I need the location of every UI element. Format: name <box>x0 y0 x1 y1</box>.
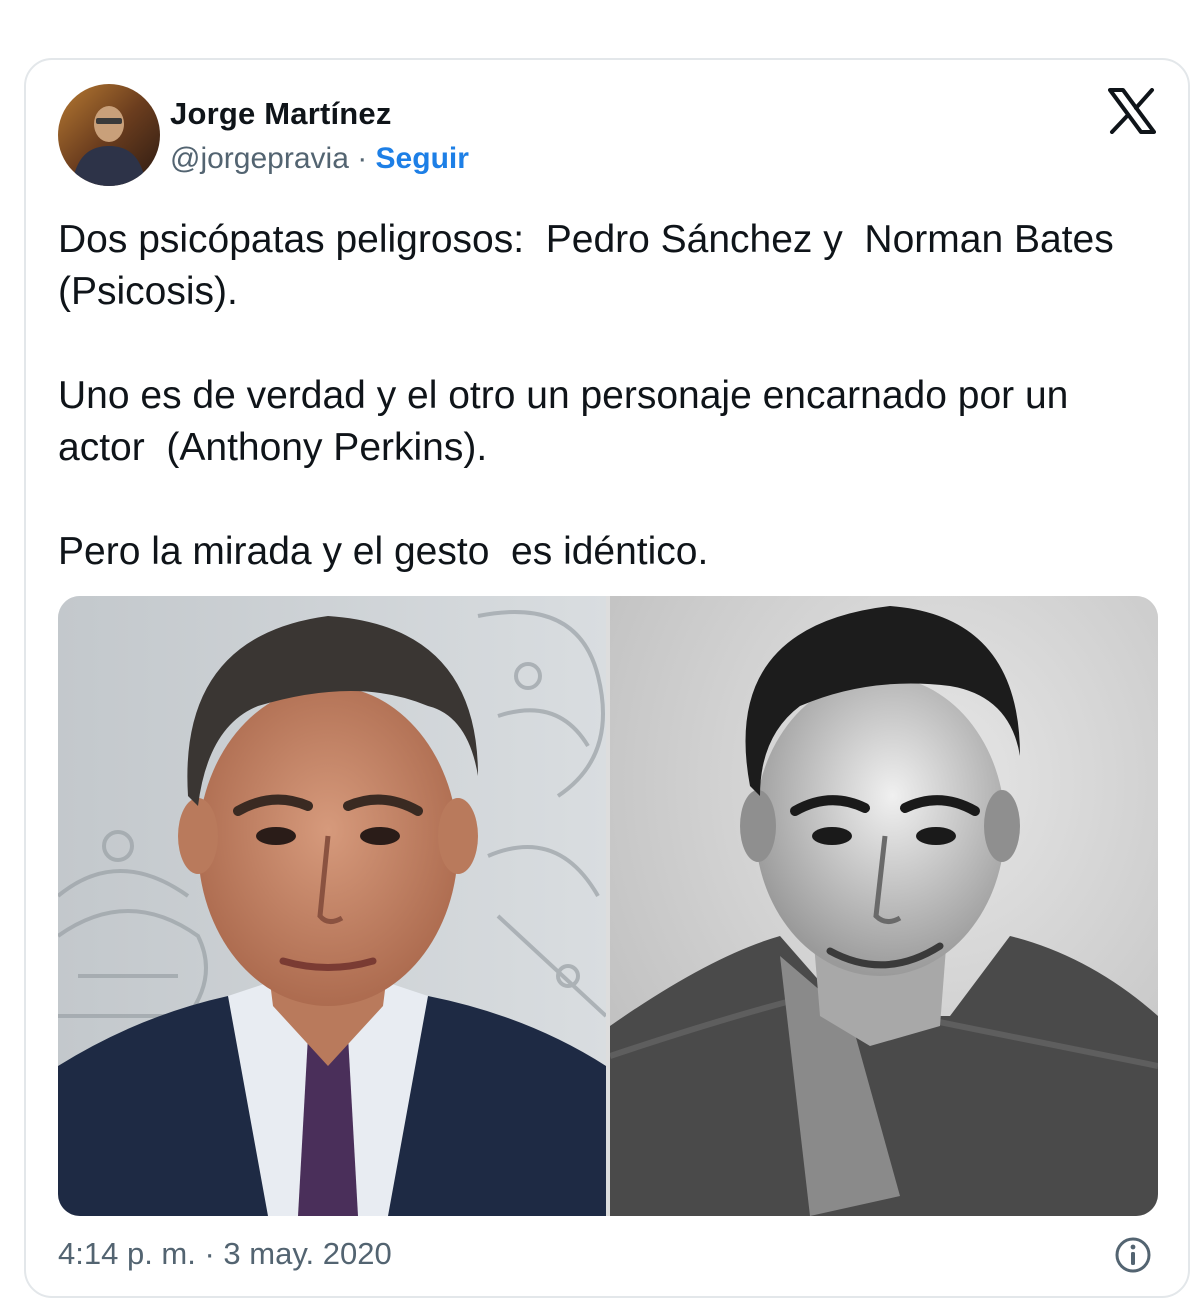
tweet-paragraph: Dos psicópatas peligrosos: Pedro Sánchez… <box>58 218 1136 313</box>
author-handle-row: @jorgepravia · Seguir <box>170 142 469 176</box>
tweet-paragraph: Uno es de verdad y el otro un personaje … <box>58 374 1080 469</box>
black-and-white-portrait-photo[interactable] <box>610 596 1158 1216</box>
follow-button[interactable]: Seguir <box>376 142 469 175</box>
author-name[interactable]: Jorge Martínez <box>170 96 392 132</box>
man-in-suit-photo[interactable] <box>58 596 606 1216</box>
author-handle[interactable]: @jorgepravia <box>170 142 349 175</box>
info-icon[interactable] <box>1114 1236 1152 1274</box>
x-logo-icon[interactable] <box>1108 88 1156 134</box>
tweet-media[interactable] <box>58 596 1158 1216</box>
tweet-text: Dos psicópatas peligrosos: Pedro Sánchez… <box>58 214 1158 578</box>
separator-dot: · <box>348 142 376 175</box>
tweet-timestamp[interactable]: 4:14 p. m. · 3 may. 2020 <box>58 1236 392 1272</box>
tweet-paragraph: Pero la mirada y el gesto es idéntico. <box>58 530 709 573</box>
author-avatar[interactable] <box>58 84 160 186</box>
